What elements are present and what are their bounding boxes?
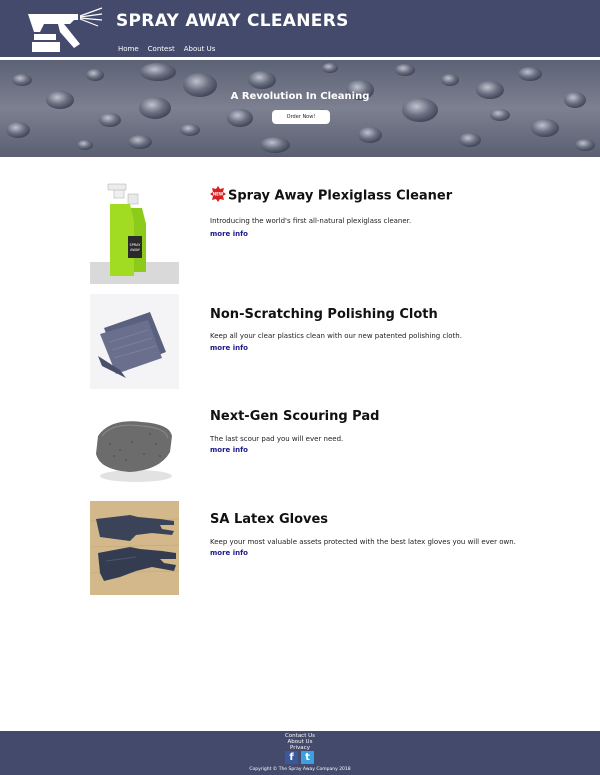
- footer-links: Contact Us About Us Privacy: [0, 733, 600, 751]
- product-title: Non-Scratching Polishing Cloth: [210, 307, 438, 322]
- twitter-icon[interactable]: t: [301, 751, 314, 764]
- scouring-pad-image: [90, 406, 179, 488]
- product-item: SA Latex Gloves Keep your most valuable …: [90, 501, 550, 595]
- bottle-label-text: SPRAY: [130, 243, 142, 247]
- hero-banner: A Revolution In Cleaning Order Now!: [0, 60, 600, 157]
- spray-bottles-image: SPRAY AWAY: [90, 176, 179, 284]
- new-badge-icon: NEW: [210, 186, 226, 206]
- product-description: Introducing the world's first all-natura…: [210, 217, 412, 225]
- product-description: The last scour pad you will ever need.: [210, 435, 344, 443]
- product-item: Non-Scratching Polishing Cloth Keep all …: [90, 294, 550, 389]
- site-header: SPRAY AWAY CLEANERS Home Contest About U…: [0, 0, 600, 57]
- product-item: Next-Gen Scouring Pad The last scour pad…: [90, 406, 550, 488]
- more-info-link[interactable]: more info: [210, 549, 248, 557]
- product-title: SA Latex Gloves: [210, 512, 329, 527]
- copyright-text: Copyright © The Spray Away Company 2018: [249, 767, 351, 772]
- svg-text:AWAY: AWAY: [130, 248, 141, 252]
- nav-contest-link[interactable]: Contest: [148, 45, 175, 53]
- main-nav: Home Contest About Us: [118, 45, 215, 53]
- product-description: Keep all your clear plastics clean with …: [210, 332, 462, 340]
- facebook-icon[interactable]: f: [285, 751, 298, 764]
- product-title: NEW Spray Away Plexiglass Cleaner: [210, 186, 452, 206]
- water-droplets-image: [6, 63, 595, 153]
- product-item: SPRAY AWAY NEW Spray Away Plexiglass Cle…: [90, 176, 550, 284]
- product-title-text: Spray Away Plexiglass Cleaner: [228, 188, 453, 204]
- polishing-cloth-image: [90, 294, 179, 389]
- product-title: Next-Gen Scouring Pad: [210, 409, 380, 424]
- more-info-link[interactable]: more info: [210, 446, 248, 454]
- social-links: f t: [285, 751, 314, 764]
- more-info-link[interactable]: more info: [210, 344, 248, 352]
- spray-bottle-logo-icon[interactable]: [20, 4, 104, 52]
- nav-home-link[interactable]: Home: [118, 45, 139, 53]
- order-now-button[interactable]: Order Now!: [272, 110, 330, 124]
- site-brand-title: SPRAY AWAY CLEANERS: [116, 11, 349, 31]
- site-footer: Contact Us About Us Privacy f t Copyrigh…: [0, 731, 600, 775]
- more-info-link[interactable]: more info: [210, 230, 248, 238]
- svg-text:NEW: NEW: [213, 192, 224, 197]
- hero-headline: A Revolution In Cleaning: [230, 91, 370, 102]
- product-description: Keep your most valuable assets protected…: [210, 538, 516, 546]
- nav-about-link[interactable]: About Us: [184, 45, 216, 53]
- latex-gloves-image: [90, 501, 179, 595]
